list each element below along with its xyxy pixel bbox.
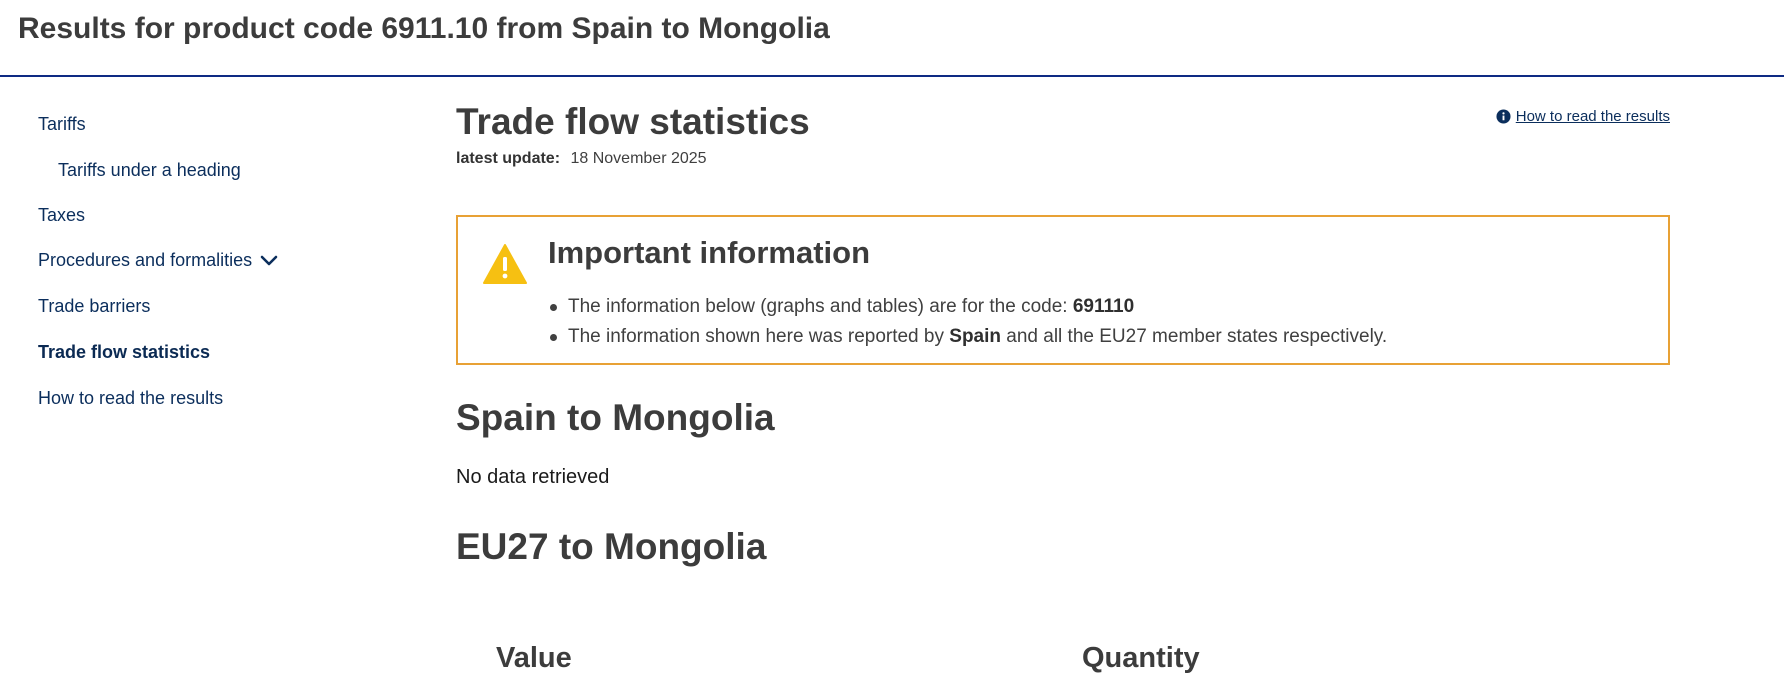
update-date: 18 November 2025 xyxy=(570,150,707,167)
page-header: Results for product code 6911.10 from Sp… xyxy=(0,0,1784,77)
sidebar-item-procedures[interactable]: Procedures and formalities xyxy=(38,250,278,271)
important-information-title: Important information xyxy=(548,235,871,270)
info-line-text: The information shown here was reported … xyxy=(568,326,944,347)
section-title-eu27-mongolia: EU27 to Mongolia xyxy=(456,526,767,567)
list-item: The information shown here was reported … xyxy=(548,322,1387,352)
sidebar-item-how-to-read[interactable]: How to read the results xyxy=(38,388,223,409)
product-code: 691110 xyxy=(1072,296,1135,317)
sidebar-item-taxes[interactable]: Taxes xyxy=(38,205,85,226)
sidebar-item-tariffs-under-heading[interactable]: Tariffs under a heading xyxy=(58,160,241,181)
page-title: Results for product code 6911.10 from Sp… xyxy=(18,12,830,45)
info-circle-icon xyxy=(1496,109,1511,124)
sidebar-item-trade-barriers[interactable]: Trade barriers xyxy=(38,296,150,317)
sidebar-item-label: Procedures and formalities xyxy=(38,250,253,270)
chevron-down-icon[interactable] xyxy=(260,252,278,270)
no-data-message: No data retrieved xyxy=(456,466,610,488)
reporter-country: Spain xyxy=(949,326,1001,347)
list-item: The information below (graphs and tables… xyxy=(548,292,1387,322)
important-information-box: Important information The information be… xyxy=(456,215,1670,365)
update-label: latest update: xyxy=(456,150,561,167)
section-title-spain-mongolia: Spain to Mongolia xyxy=(456,397,775,438)
section-title-trade-flow: Trade flow statistics xyxy=(456,101,810,142)
quantity-heading: Quantity xyxy=(1082,642,1200,674)
how-to-read-link[interactable]: How to read the results xyxy=(1496,108,1670,125)
info-line-text: and all the EU27 member states respectiv… xyxy=(1006,326,1388,347)
sidebar-item-trade-flow-statistics[interactable]: Trade flow statistics xyxy=(38,342,210,363)
how-to-read-label: How to read the results xyxy=(1515,108,1670,125)
important-information-list: The information below (graphs and tables… xyxy=(548,292,1387,352)
info-line-text: The information below (graphs and tables… xyxy=(568,296,1068,317)
warning-triangle-icon xyxy=(483,244,527,284)
value-heading: Value xyxy=(496,642,572,674)
sidebar-item-tariffs[interactable]: Tariffs xyxy=(38,114,86,135)
latest-update: latest update: 18 November 2025 xyxy=(456,150,707,168)
